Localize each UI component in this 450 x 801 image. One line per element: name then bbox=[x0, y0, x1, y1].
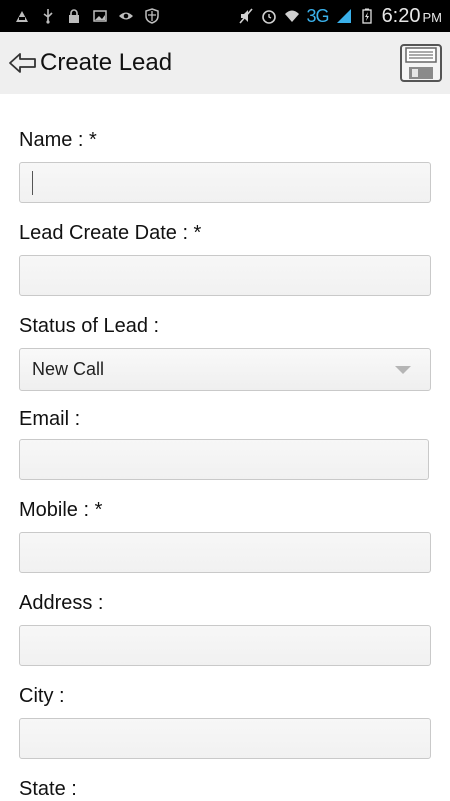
address-label: Address : bbox=[19, 592, 104, 614]
email-field[interactable] bbox=[19, 439, 429, 480]
lock-icon bbox=[66, 8, 82, 24]
back-button[interactable] bbox=[0, 32, 38, 94]
email-label: Email : bbox=[19, 408, 81, 430]
lead-create-date-field[interactable] bbox=[19, 255, 431, 296]
network-type-label: 3G bbox=[306, 5, 330, 26]
notification-app-icon bbox=[14, 8, 30, 24]
name-field[interactable] bbox=[19, 162, 431, 203]
save-button[interactable] bbox=[400, 44, 442, 82]
city-field[interactable] bbox=[19, 718, 431, 759]
mute-icon bbox=[238, 8, 254, 24]
name-label: Name : * bbox=[19, 129, 97, 151]
status-of-lead-select[interactable]: New Call bbox=[19, 348, 431, 391]
status-of-lead-label: Status of Lead : bbox=[19, 315, 160, 337]
eye-icon bbox=[118, 8, 134, 24]
status-of-lead-value: New Call bbox=[32, 359, 105, 379]
image-icon bbox=[92, 8, 108, 24]
back-arrow-icon bbox=[9, 53, 36, 73]
floppy-disk-icon bbox=[400, 44, 442, 82]
dropdown-arrow-icon bbox=[395, 366, 411, 374]
signal-icon bbox=[336, 8, 352, 24]
state-label: State : bbox=[19, 778, 77, 800]
mobile-label: Mobile : * bbox=[19, 499, 103, 521]
page-title: Create Lead bbox=[40, 49, 173, 76]
battery-icon bbox=[359, 8, 375, 24]
mobile-field[interactable] bbox=[19, 532, 431, 573]
usb-icon bbox=[40, 8, 56, 24]
alarm-icon bbox=[261, 8, 277, 24]
status-bar: 3G 6:20 PM bbox=[0, 0, 450, 32]
clock: 6:20 PM bbox=[381, 4, 442, 27]
lead-create-date-label: Lead Create Date : * bbox=[19, 222, 202, 244]
shield-icon bbox=[144, 8, 160, 24]
wifi-icon bbox=[284, 8, 300, 24]
city-label: City : bbox=[19, 685, 65, 707]
action-bar: Create Lead bbox=[0, 32, 450, 94]
address-field[interactable] bbox=[19, 625, 431, 666]
